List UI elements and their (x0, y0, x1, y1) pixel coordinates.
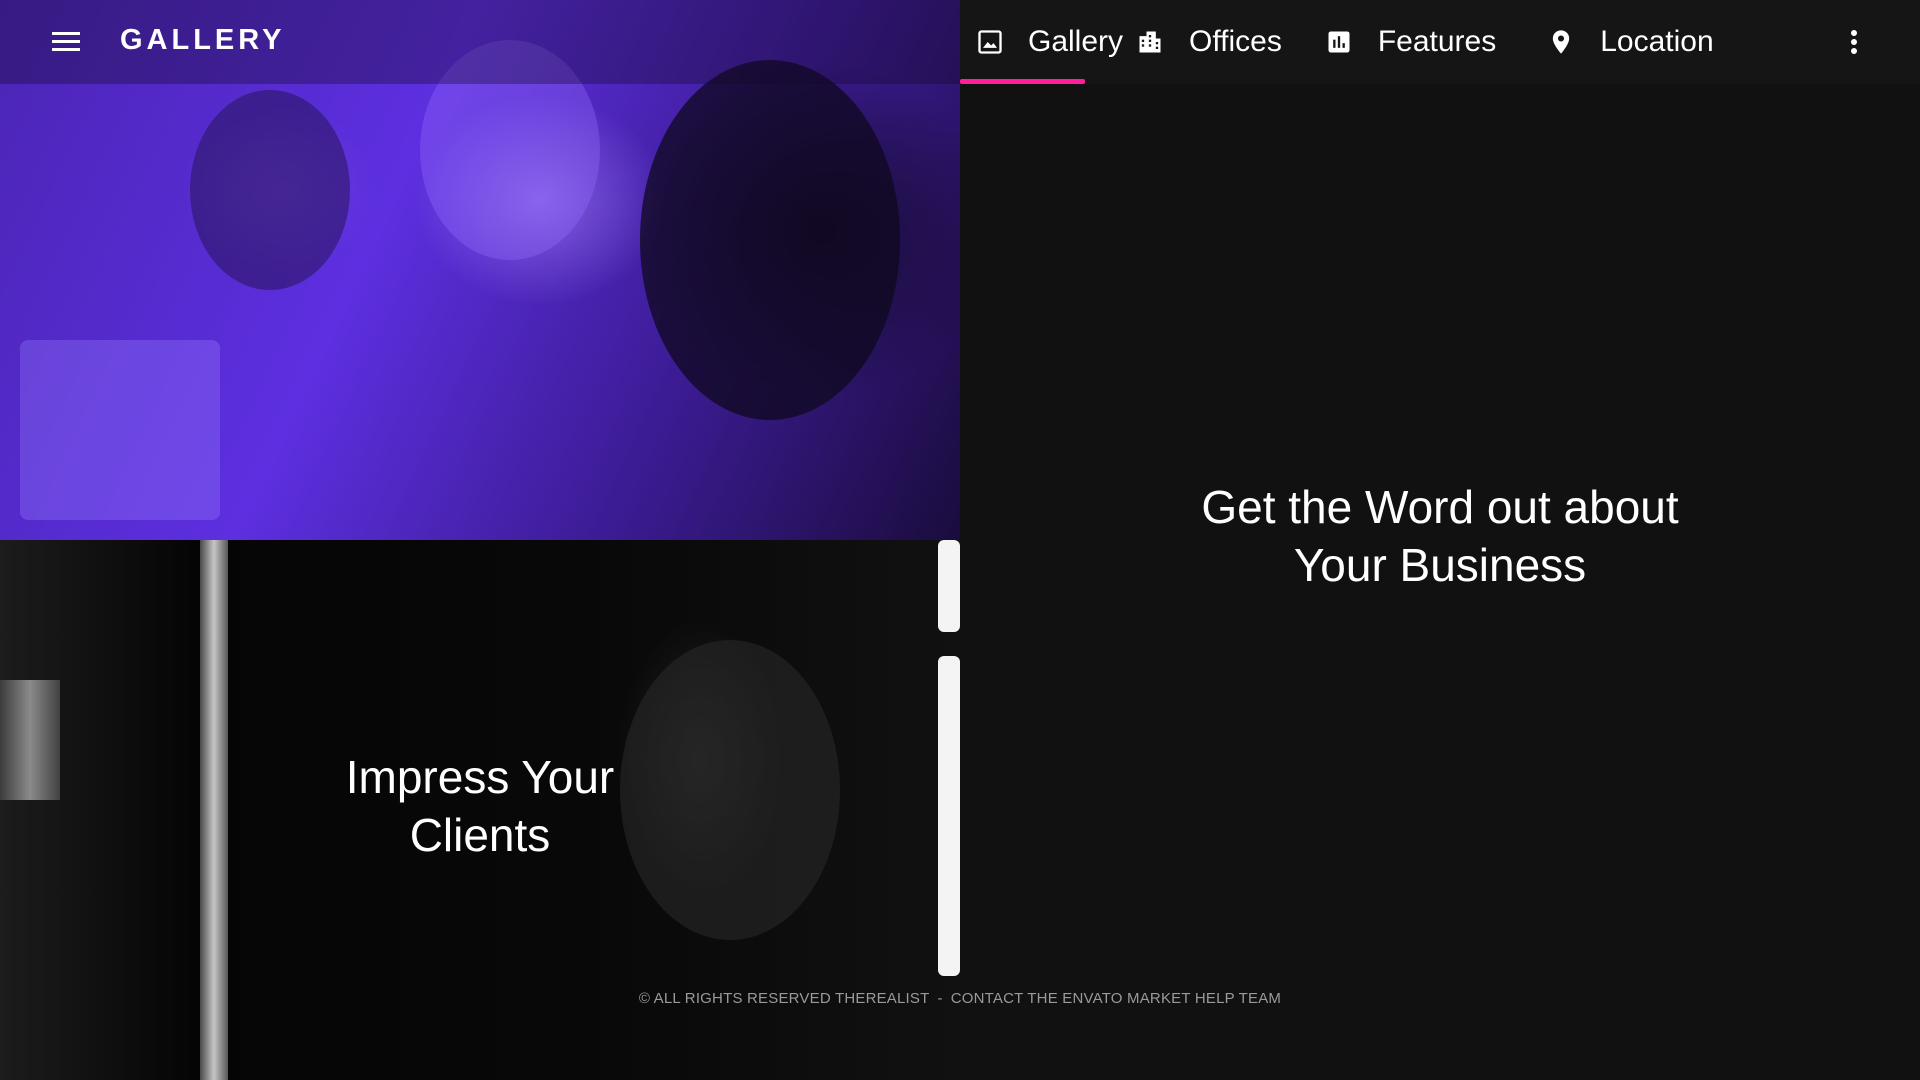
panel-caption-business: Get the Word out about Your Business (960, 478, 1920, 594)
tab-bar: Gallery Offices Features Location (960, 0, 1734, 84)
image-icon (976, 27, 1004, 57)
footer-help-link[interactable]: CONTACT THE ENVATO MARKET HELP TEAM (951, 990, 1281, 1007)
photo-laptop (20, 340, 220, 520)
photo-figure-left (190, 90, 350, 290)
tab-offices[interactable]: Offices (1115, 0, 1302, 84)
more-vertical-icon[interactable] (1840, 26, 1868, 58)
app-bar: GALLERY Gallery Offices Features Locatio… (0, 0, 1920, 84)
tab-label: Offices (1189, 25, 1282, 58)
bar-chart-icon (1324, 27, 1354, 57)
tab-label: Features (1377, 25, 1497, 58)
footer-copyright: © ALL RIGHTS RESERVED THEREALIST (638, 990, 930, 1007)
tile-caption-line: Clients (409, 809, 551, 861)
panel-caption-line: Your Business (1293, 539, 1587, 591)
brand-title: GALLERY (120, 24, 286, 56)
footer: © ALL RIGHTS RESERVED THEREALIST - CONTACT… (0, 990, 1920, 1007)
tile-caption-impress: Impress Your Clients (0, 748, 960, 864)
gallery-page: Impress Your Clients Get the Word out ab… (0, 0, 1920, 1080)
hamburger-menu-icon[interactable] (46, 26, 86, 58)
location-pin-icon (1546, 27, 1576, 57)
tab-label: Location (1600, 25, 1714, 58)
tab-gallery[interactable]: Gallery (960, 0, 1123, 84)
building-icon (1135, 27, 1165, 57)
photo-figure-right (640, 60, 900, 420)
panel-caption-line: Get the Word out about (1201, 481, 1679, 533)
footer-separator: - (937, 990, 943, 1007)
photo-light-bar (938, 540, 960, 632)
gallery-text-panel[interactable]: Get the Word out about Your Business (960, 0, 1920, 1080)
tile-caption-line: Impress Your (345, 751, 615, 803)
tab-features[interactable]: Features (1304, 0, 1516, 84)
tab-label: Gallery (1028, 25, 1124, 58)
tab-location[interactable]: Location (1526, 0, 1733, 84)
